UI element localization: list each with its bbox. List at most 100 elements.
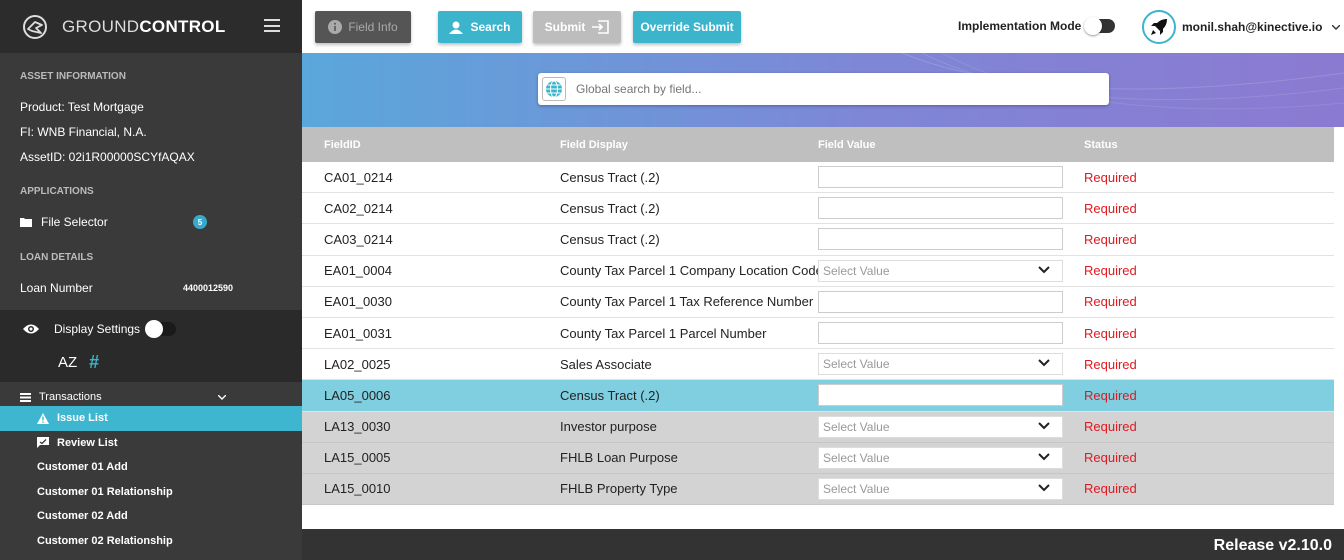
field-display-cell: Census Tract (.2) bbox=[560, 169, 660, 185]
field-info-button[interactable]: Field Info bbox=[315, 11, 411, 43]
field-table: FieldID Field Display Field Value Status… bbox=[302, 127, 1334, 506]
field-display-cell: Census Tract (.2) bbox=[560, 387, 660, 403]
footer: Release v2.10.0 bbox=[302, 529, 1344, 560]
chevron-down-icon bbox=[1038, 421, 1050, 429]
fi-text: FI: WNB Financial, N.A. bbox=[20, 125, 147, 139]
file-selector-label: File Selector bbox=[41, 215, 108, 229]
user-menu[interactable]: monil.shah@kinective.io bbox=[1142, 10, 1341, 44]
field-value-select[interactable]: Select Value bbox=[818, 415, 1063, 438]
status-cell: Required bbox=[1084, 419, 1137, 435]
status-cell: Required bbox=[1084, 325, 1137, 341]
select-placeholder: Select Value bbox=[823, 481, 890, 496]
search-banner bbox=[302, 53, 1344, 127]
field-id-cell: CA03_0214 bbox=[324, 231, 393, 247]
field-id-cell: EA01_0031 bbox=[324, 325, 392, 341]
file-count-badge: 5 bbox=[193, 215, 207, 229]
search-button[interactable]: Search bbox=[438, 11, 522, 43]
status-cell: Required bbox=[1084, 200, 1137, 216]
field-display-cell: Census Tract (.2) bbox=[560, 231, 660, 247]
table-row[interactable]: LA02_0025 Sales Associate Select Value Requ… bbox=[302, 349, 1334, 381]
table-row[interactable]: LA05_0006 Census Tract (.2) Required bbox=[302, 380, 1334, 412]
implementation-mode-label: Implementation Mode bbox=[958, 19, 1082, 33]
field-id-cell: LA02_0025 bbox=[324, 356, 391, 372]
chevron-down-icon bbox=[1038, 359, 1050, 367]
sort-number-icon[interactable]: # bbox=[89, 352, 99, 373]
top-toolbar: Field Info Search Submit Override Submit… bbox=[302, 0, 1344, 53]
header-field-value: Field Value bbox=[818, 138, 876, 151]
table-row[interactable]: EA01_0030 County Tax Parcel 1 Tax Referen… bbox=[302, 286, 1334, 318]
folder-icon bbox=[20, 218, 32, 227]
tx-label: Customer 01 Add bbox=[37, 461, 128, 474]
field-value-select[interactable]: Select Value bbox=[818, 259, 1063, 282]
sort-az-icon[interactable]: AZ bbox=[58, 354, 77, 371]
sign-in-icon bbox=[592, 20, 610, 34]
display-settings-toggle[interactable] bbox=[145, 320, 177, 338]
chevron-down-icon bbox=[1038, 452, 1050, 461]
implementation-mode-toggle[interactable] bbox=[1084, 17, 1116, 35]
field-id-cell: LA15_0010 bbox=[324, 481, 391, 497]
tx-item-review-list[interactable]: Review List bbox=[0, 431, 302, 456]
status-cell: Required bbox=[1084, 294, 1137, 310]
brand-header: GROUNDCONTROL bbox=[0, 0, 302, 53]
tx-item-customer-01-relationship[interactable]: Customer 01 Relationship bbox=[0, 480, 302, 505]
field-value-select[interactable]: Select Value bbox=[818, 446, 1063, 469]
field-id-cell: LA15_0005 bbox=[324, 450, 391, 466]
submit-label: Submit bbox=[544, 20, 586, 34]
field-value-input[interactable] bbox=[818, 166, 1063, 188]
user-icon bbox=[449, 21, 464, 34]
table-row[interactable]: LA13_0030 Investor purpose Select Value Req… bbox=[302, 411, 1334, 443]
tx-label: Customer 01 Relationship bbox=[37, 485, 173, 498]
table-row[interactable]: CA01_0214 Census Tract (.2) Required bbox=[302, 162, 1334, 194]
table-row[interactable]: CA03_0214 Census Tract (.2) Required bbox=[302, 224, 1334, 256]
override-submit-button[interactable]: Override Submit bbox=[633, 11, 741, 43]
tx-item-customer-01-add[interactable]: Customer 01 Add bbox=[0, 455, 302, 480]
field-display-cell: Sales Associate bbox=[560, 356, 652, 372]
field-display-cell: County Tax Parcel 1 Tax Reference Number bbox=[560, 294, 814, 310]
table-row[interactable]: LA15_0005 FHLB Loan Purpose Select Value Re… bbox=[302, 442, 1334, 474]
warning-icon bbox=[37, 412, 49, 424]
global-search-input[interactable] bbox=[576, 82, 1076, 96]
select-placeholder: Select Value bbox=[823, 357, 890, 372]
field-display-cell: Investor purpose bbox=[560, 419, 657, 435]
field-display-cell: FHLB Property Type bbox=[560, 481, 678, 497]
release-version: Release v2.10.0 bbox=[1213, 537, 1332, 554]
chevron-down-icon bbox=[1038, 484, 1050, 492]
display-settings-panel: Display Settings AZ # bbox=[0, 310, 302, 382]
menu-icon[interactable] bbox=[264, 19, 280, 32]
table-row[interactable]: LA15_0010 FHLB Property Type Select Value R… bbox=[302, 473, 1334, 506]
status-cell: Required bbox=[1084, 450, 1137, 466]
tx-item-customer-02-add[interactable]: Customer 02 Add bbox=[0, 504, 302, 529]
table-row[interactable]: CA02_0214 Census Tract (.2) Required bbox=[302, 193, 1334, 225]
file-selector-item[interactable]: File Selector 5 bbox=[0, 210, 302, 234]
field-value-select[interactable]: Select Value bbox=[818, 353, 1063, 376]
avatar bbox=[1142, 10, 1176, 44]
applications-heading: APPLICATIONS bbox=[20, 186, 94, 197]
table-row[interactable]: EA01_0004 County Tax Parcel 1 Company Loc… bbox=[302, 255, 1334, 287]
submit-button[interactable]: Submit bbox=[533, 11, 621, 43]
field-value-input[interactable] bbox=[818, 197, 1063, 220]
override-submit-label: Override Submit bbox=[640, 20, 734, 34]
field-value-input[interactable] bbox=[818, 384, 1063, 407]
table-body: CA01_0214 Census Tract (.2) Required CA02_0… bbox=[302, 162, 1334, 506]
table-gutter bbox=[1334, 127, 1344, 529]
header-field-display: Field Display bbox=[560, 138, 628, 151]
tx-item-issue-list[interactable]: Issue List bbox=[0, 406, 302, 431]
field-id-cell: LA05_0006 bbox=[324, 387, 391, 403]
status-cell: Required bbox=[1084, 387, 1137, 403]
user-email: monil.shah@kinective.io bbox=[1182, 20, 1323, 34]
tx-item-customer-02-relationship[interactable]: Customer 02 Relationship bbox=[0, 529, 302, 554]
table-row[interactable]: EA01_0031 County Tax Parcel 1 Parcel Numb… bbox=[302, 317, 1334, 350]
tx-label: Customer 02 Relationship bbox=[37, 534, 173, 547]
field-value-input[interactable] bbox=[818, 290, 1063, 313]
field-id-cell: EA01_0004 bbox=[324, 263, 392, 279]
rocket-icon bbox=[1151, 19, 1167, 35]
select-placeholder: Select Value bbox=[823, 263, 890, 278]
display-settings-label: Display Settings bbox=[54, 322, 141, 336]
transactions-header[interactable]: Transactions bbox=[0, 386, 302, 408]
select-placeholder: Select Value bbox=[823, 419, 890, 434]
field-value-select[interactable]: Select Value bbox=[818, 477, 1063, 500]
field-value-input[interactable] bbox=[818, 228, 1063, 251]
field-value-input[interactable] bbox=[818, 321, 1063, 344]
header-field-id: FieldID bbox=[324, 138, 361, 151]
field-display-cell: County Tax Parcel 1 Company Location Cod… bbox=[560, 263, 823, 279]
